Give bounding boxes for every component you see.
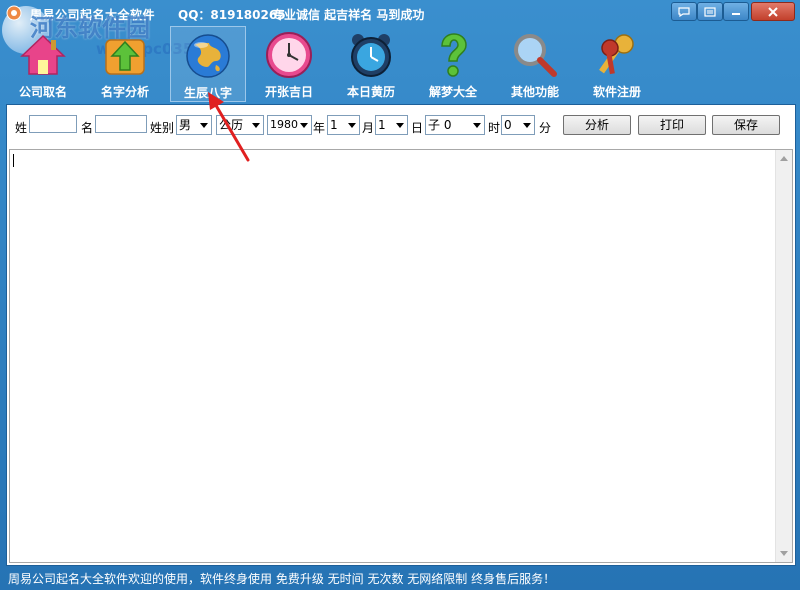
menu-icon — [704, 6, 716, 17]
minimize-button[interactable] — [723, 2, 749, 21]
dropdown-arrow-icon — [396, 123, 404, 128]
status-bar: 周易公司起名大全软件欢迎的使用，软件终身使用 免费升级 无时间 无次数 无网络限… — [0, 566, 800, 590]
tool-name-analysis[interactable]: 名字分析 — [88, 26, 162, 100]
hour-value: 子 0 — [428, 118, 452, 132]
tool-label: 公司取名 — [18, 85, 67, 99]
gender-select[interactable]: 男 — [176, 115, 212, 135]
globe-icon — [186, 34, 230, 78]
name-label: 名 — [81, 121, 94, 135]
status-text: 周易公司起名大全软件欢迎的使用，软件终身使用 免费升级 无时间 无次数 无网络限… — [8, 572, 556, 586]
house-icon — [20, 34, 66, 75]
tool-label: 名字分析 — [100, 85, 149, 99]
tool-dream-interpretation[interactable]: 解梦大全 — [416, 26, 490, 100]
day-label: 日 — [411, 121, 424, 135]
calendar-value: 公历 — [219, 118, 244, 132]
tool-birth-bazi[interactable]: 生辰八字 — [170, 26, 246, 102]
question-icon — [441, 33, 467, 77]
dropdown-arrow-icon — [200, 123, 208, 128]
name-input[interactable] — [95, 115, 147, 133]
gender-label: 姓别 — [150, 121, 175, 135]
minute-label: 分 — [539, 121, 552, 135]
tool-opening-day[interactable]: 开张吉日 — [252, 26, 326, 100]
vertical-scrollbar[interactable] — [775, 150, 792, 562]
dropdown-arrow-icon — [523, 123, 531, 128]
keys-icon — [599, 34, 634, 75]
tool-label: 软件注册 — [592, 85, 641, 99]
day-select[interactable]: 1 — [375, 115, 408, 135]
year-value: 1980 — [270, 118, 298, 131]
minute-value: 0 — [504, 118, 512, 132]
tool-company-naming[interactable]: 公司取名 — [6, 26, 80, 100]
minimize-icon — [732, 12, 740, 15]
dropdown-arrow-icon — [348, 123, 356, 128]
dropdown-arrow-icon — [473, 123, 481, 128]
title-qq: QQ：819180265 — [178, 8, 286, 22]
title-bar[interactable]: 周易公司起名大全软件 QQ：819180265 专业诚信 起吉祥名 马到成功 河… — [0, 0, 800, 58]
feedback-button[interactable] — [671, 2, 697, 21]
text-caret — [13, 154, 14, 167]
year-label: 年 — [313, 121, 326, 135]
dropdown-arrow-icon — [300, 123, 308, 128]
hour-select[interactable]: 子 0 — [425, 115, 485, 135]
minute-select[interactable]: 0 — [501, 115, 535, 135]
tool-daily-almanac[interactable]: 本日黄历 — [334, 26, 408, 100]
app-icon — [6, 5, 22, 21]
hour-label: 时 — [488, 121, 501, 135]
month-label: 月 — [362, 121, 375, 135]
app-window: 周易公司起名大全软件 QQ：819180265 专业诚信 起吉祥名 马到成功 河… — [0, 0, 800, 590]
alarm-clock-icon — [351, 34, 391, 77]
surname-label: 姓 — [15, 121, 28, 135]
scroll-down-icon[interactable] — [780, 551, 788, 556]
year-select[interactable]: 1980 — [267, 115, 312, 135]
menu-button[interactable] — [697, 2, 723, 21]
dropdown-arrow-icon — [252, 123, 260, 128]
input-form: 姓 名 姓别 男 公历 1980 年 1 月 1 日 子 0 时 0 分 分析 … — [7, 105, 795, 145]
tool-label: 解梦大全 — [428, 85, 477, 99]
save-button[interactable]: 保存 — [712, 115, 780, 135]
result-textarea[interactable] — [9, 149, 793, 563]
upload-arrow-icon — [105, 39, 145, 75]
tool-label: 生辰八字 — [183, 86, 232, 100]
calendar-select[interactable]: 公历 — [216, 115, 264, 135]
close-button[interactable] — [751, 2, 795, 21]
tool-other-functions[interactable]: 其他功能 — [498, 26, 572, 100]
print-button[interactable]: 打印 — [638, 115, 706, 135]
tool-label: 开张吉日 — [264, 85, 313, 99]
close-icon — [768, 6, 778, 17]
magnifier-icon — [514, 34, 557, 77]
tool-label: 其他功能 — [510, 85, 559, 99]
surname-input[interactable] — [29, 115, 77, 133]
month-select[interactable]: 1 — [327, 115, 360, 135]
analyze-button[interactable]: 分析 — [563, 115, 631, 135]
title-slogan: 专业诚信 起吉祥名 马到成功 — [272, 8, 425, 22]
scroll-up-icon[interactable] — [780, 156, 788, 161]
month-value: 1 — [330, 118, 338, 132]
day-value: 1 — [378, 118, 386, 132]
tool-label: 本日黄历 — [346, 85, 395, 99]
gender-value: 男 — [179, 118, 192, 132]
clock-icon — [266, 32, 312, 78]
speech-bubble-icon — [678, 6, 690, 17]
main-toolbar: 公司取名 名字分析 生辰八字 开张吉日 本日黄历 解梦大全 其他功能 软件注册 — [0, 24, 800, 102]
content-panel: 姓 名 姓别 男 公历 1980 年 1 月 1 日 子 0 时 0 分 分析 … — [6, 104, 796, 566]
window-title: 周易公司起名大全软件 — [30, 8, 156, 22]
tool-software-registration[interactable]: 软件注册 — [580, 26, 654, 100]
